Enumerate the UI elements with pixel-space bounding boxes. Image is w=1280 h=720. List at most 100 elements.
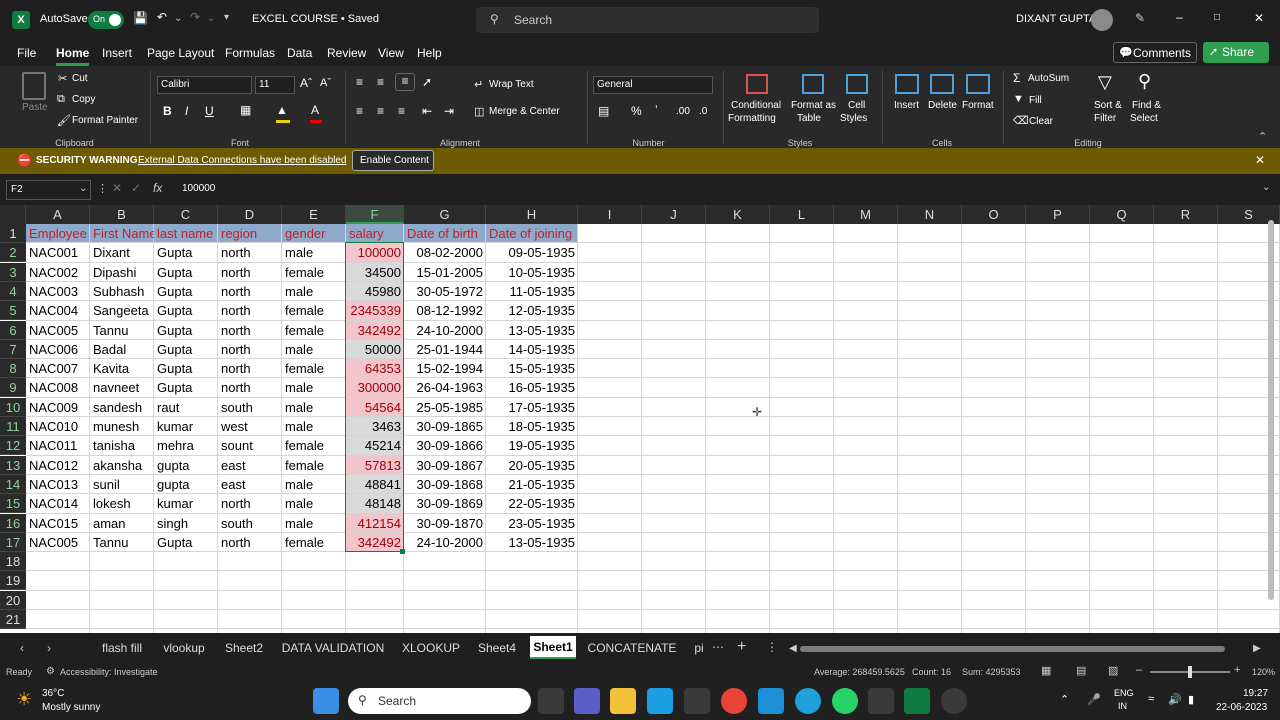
header-cell[interactable]: First Name <box>91 224 154 243</box>
search-box[interactable]: ⚲ Search <box>476 7 819 33</box>
wrap-text-button[interactable]: Wrap Text <box>489 79 534 90</box>
table-cell[interactable]: north <box>219 243 281 262</box>
row-header-2[interactable]: 2 <box>0 243 26 263</box>
fill-handle[interactable] <box>400 549 405 555</box>
header-cell[interactable]: salary <box>347 224 404 243</box>
table-cell[interactable]: 15-05-1935 <box>487 359 577 378</box>
format-painter-button[interactable]: Format Painter <box>72 115 138 126</box>
vertical-scrollbar[interactable] <box>1268 220 1274 600</box>
table-cell[interactable]: NAC011 <box>27 436 89 455</box>
column-header-q[interactable]: Q <box>1090 205 1154 224</box>
tab-pi[interactable]: pi <box>688 636 710 661</box>
row-header-8[interactable]: 8 <box>0 359 26 379</box>
edge-icon[interactable] <box>647 688 673 714</box>
row-header-10[interactable]: 10 <box>0 397 26 417</box>
italic-icon[interactable]: I <box>185 104 188 118</box>
spreadsheet-grid[interactable]: A B C D E F G H I J K L M N O P Q R S 1 2 3 4 5 6 7 8 9 10 11 12 13 14 15… <box>0 205 1280 633</box>
insert-cells-button[interactable]: Insert <box>894 100 919 111</box>
select-all-corner[interactable] <box>0 205 26 224</box>
settings-taskbar-icon[interactable] <box>941 688 967 714</box>
table-cell[interactable]: female <box>283 436 345 455</box>
borders-icon[interactable]: ▦ <box>240 103 251 117</box>
collapse-ribbon-icon[interactable]: ⌃ <box>1258 130 1267 143</box>
customize-toolbar-icon[interactable]: ▾ <box>224 12 229 23</box>
redo-icon[interactable]: ↷ <box>190 10 200 24</box>
table-cell[interactable]: 17-05-1935 <box>487 398 577 417</box>
table-cell[interactable]: akansha <box>91 456 153 475</box>
close-icon[interactable]: ✕ <box>1254 11 1264 25</box>
row-header-17[interactable]: 17 <box>0 532 26 552</box>
column-header-j[interactable]: J <box>642 205 706 224</box>
align-center-icon[interactable]: ≡ <box>377 104 384 118</box>
column-header-o[interactable]: O <box>962 205 1026 224</box>
battery-icon[interactable]: ▮ <box>1188 693 1194 706</box>
teams-icon[interactable] <box>574 688 600 714</box>
table-cell[interactable]: north <box>219 263 281 282</box>
table-cell[interactable]: 26-04-1963 <box>405 378 485 397</box>
accounting-format-icon[interactable]: ▤ <box>598 104 609 118</box>
decrease-decimal-icon[interactable]: .0 <box>699 106 707 117</box>
table-cell[interactable]: north <box>219 301 281 320</box>
menu-formulas[interactable]: Formulas <box>225 46 275 60</box>
next-sheet-icon[interactable]: › <box>47 641 51 655</box>
column-header-f[interactable]: F <box>346 205 404 224</box>
enter-icon[interactable]: ✓ <box>131 181 141 195</box>
row-header-5[interactable]: 5 <box>0 301 26 321</box>
column-header-n[interactable]: N <box>898 205 962 224</box>
table-cell[interactable]: male <box>283 340 345 359</box>
bold-icon[interactable]: B <box>163 104 172 118</box>
zoom-level[interactable]: 120% <box>1252 667 1275 677</box>
increase-decimal-icon[interactable]: .00 <box>676 106 690 117</box>
table-cell[interactable]: Gupta <box>155 301 217 320</box>
store-icon[interactable] <box>684 688 710 714</box>
horizontal-scrollbar[interactable] <box>800 646 1225 652</box>
table-cell[interactable]: female <box>283 533 345 552</box>
table-cell[interactable]: 24-10-2000 <box>405 533 485 552</box>
page-layout-icon[interactable]: ▤ <box>1076 664 1086 677</box>
table-cell[interactable]: 30-09-1867 <box>405 456 485 475</box>
table-cell[interactable]: 30-09-1868 <box>405 475 485 494</box>
decrease-indent-icon[interactable]: ⇤ <box>422 104 432 118</box>
weather-icon[interactable]: ☀ <box>16 689 32 710</box>
table-cell[interactable]: male <box>283 378 345 397</box>
table-cell[interactable]: Gupta <box>155 282 217 301</box>
cut-button[interactable]: Cut <box>72 73 88 84</box>
normal-view-icon[interactable]: ▦ <box>1041 664 1051 677</box>
taskbar-search[interactable]: ⚲ Search <box>348 688 531 714</box>
table-cell[interactable]: NAC009 <box>27 398 89 417</box>
document-title[interactable]: EXCEL COURSE • Saved <box>252 13 379 25</box>
zoom-in-icon[interactable]: + <box>1234 664 1240 676</box>
cortana-icon[interactable] <box>795 688 821 714</box>
sort-filter-button[interactable]: Sort & <box>1094 100 1122 111</box>
table-cell[interactable]: Kavita <box>91 359 153 378</box>
table-cell[interactable]: 12-05-1935 <box>487 301 577 320</box>
table-cell[interactable]: Dixant <box>91 243 153 262</box>
enable-content-button[interactable]: Enable Content <box>352 150 434 171</box>
table-cell[interactable]: NAC015 <box>27 514 89 533</box>
table-cell[interactable]: NAC004 <box>27 301 89 320</box>
table-cell[interactable]: Gupta <box>155 359 217 378</box>
table-cell[interactable]: sunil <box>91 475 153 494</box>
table-cell[interactable]: Badal <box>91 340 153 359</box>
format-as-table-button[interactable]: Format as <box>791 100 836 111</box>
find-select-button[interactable]: Find & <box>1132 100 1161 111</box>
table-cell[interactable]: male <box>283 417 345 436</box>
wifi-icon[interactable]: ≈ <box>1148 693 1154 705</box>
name-box[interactable]: F2 ⌄ <box>6 180 91 200</box>
table-cell[interactable]: Gupta <box>155 243 217 262</box>
tray-chevron-icon[interactable]: ⌃ <box>1060 693 1069 706</box>
table-cell[interactable]: NAC003 <box>27 282 89 301</box>
comma-style-icon[interactable]: ’ <box>655 103 658 117</box>
table-cell[interactable]: NAC006 <box>27 340 89 359</box>
row-header-21[interactable]: 21 <box>0 610 26 629</box>
table-cell[interactable]: navneet <box>91 378 153 397</box>
table-cell[interactable]: 22-05-1935 <box>487 494 577 513</box>
row-header-9[interactable]: 9 <box>0 378 26 398</box>
table-cell[interactable]: 30-09-1865 <box>405 417 485 436</box>
table-cell[interactable]: 19-05-1935 <box>487 436 577 455</box>
formula-input[interactable]: 100000 <box>174 180 1264 200</box>
copy-button[interactable]: Copy <box>72 94 95 105</box>
weather-desc[interactable]: Mostly sunny <box>42 702 100 713</box>
column-header-e[interactable]: E <box>282 205 346 224</box>
table-cell[interactable]: 10-05-1935 <box>487 263 577 282</box>
